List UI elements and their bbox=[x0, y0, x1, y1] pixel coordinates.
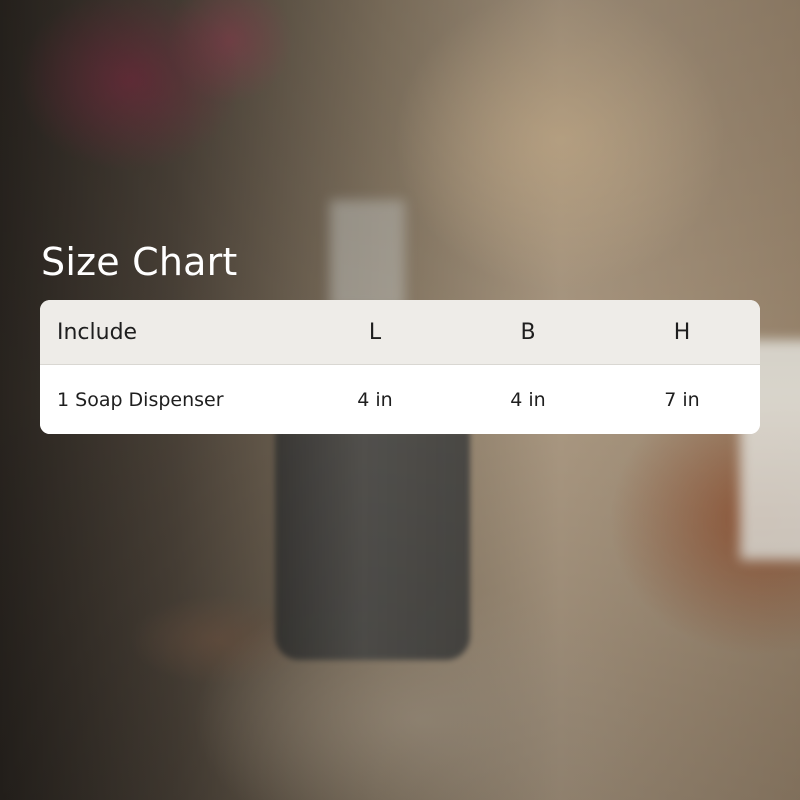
header-height: H bbox=[673, 319, 691, 345]
table-header-row: Include L B H bbox=[40, 300, 760, 365]
header-length: L bbox=[368, 319, 382, 345]
cell-include: 1 Soap Dispenser bbox=[57, 388, 224, 411]
cell-height: 7 in bbox=[664, 388, 700, 411]
size-chart-table: Include L B H 1 Soap Dispenser 4 in 4 in… bbox=[40, 300, 760, 434]
header-breadth: B bbox=[520, 319, 536, 345]
cell-breadth: 4 in bbox=[510, 388, 546, 411]
table-row: 1 Soap Dispenser 4 in 4 in 7 in bbox=[40, 365, 760, 434]
size-chart-title: Size Chart bbox=[41, 240, 238, 284]
header-include: Include bbox=[57, 319, 138, 345]
cell-length: 4 in bbox=[357, 388, 393, 411]
